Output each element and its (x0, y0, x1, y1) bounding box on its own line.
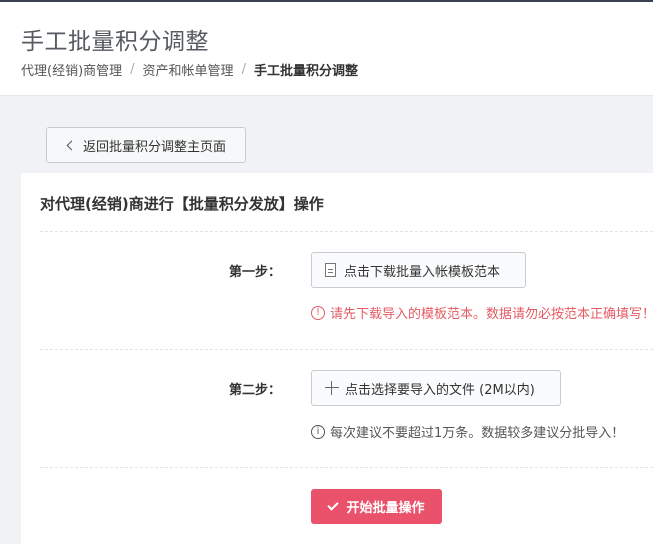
divider (40, 231, 653, 232)
step2-info-text: 每次建议不要超过1万条。数据较多建议分批导入！ (330, 426, 625, 441)
step1-warning: ! 请先下载导入的模板范本。数据请勿必按范本正确填写！ (311, 303, 653, 322)
step2-label: 第二步： (229, 383, 282, 398)
start-batch-label: 开始批量操作 (346, 501, 425, 516)
step2-info: i 每次建议不要超过1万条。数据较多建议分批导入！ (311, 422, 624, 441)
back-button-label: 返回批量积分调整主页面 (82, 139, 226, 155)
check-icon (327, 499, 340, 511)
breadcrumb-separator: / (241, 62, 246, 77)
document-icon (325, 263, 336, 277)
divider (40, 349, 653, 350)
step1-label: 第一步： (229, 265, 282, 280)
panel-title: 对代理(经销)商进行【批量积分发放】操作 (40, 195, 324, 213)
info-circle-icon: i (311, 424, 325, 439)
batch-operation-panel: 对代理(经销)商进行【批量积分发放】操作 第一步： 点击下载批量入帐模板范本 !… (21, 173, 653, 544)
alert-circle-icon: ! (311, 305, 325, 320)
chevron-left-icon (66, 140, 77, 150)
breadcrumb-item-agent-management[interactable]: 代理(经销)商管理 (21, 60, 122, 79)
download-template-label: 点击下载批量入帐模板范本 (344, 264, 501, 280)
breadcrumb: 代理(经销)商管理 / 资产和帐单管理 / 手工批量积分调整 (21, 60, 358, 79)
divider (40, 467, 653, 468)
breadcrumb-item-current: 手工批量积分调整 (253, 64, 358, 79)
select-file-button[interactable]: 点击选择要导入的文件 (2M以内) (311, 370, 561, 406)
step1-warning-text: 请先下载导入的模板范本。数据请勿必按范本正确填写！ (330, 307, 653, 322)
page-title: 手工批量积分调整 (21, 29, 209, 55)
start-batch-button[interactable]: 开始批量操作 (311, 489, 442, 524)
plus-icon (325, 381, 339, 395)
page-header: 手工批量积分调整 代理(经销)商管理 / 资产和帐单管理 / 手工批量积分调整 (0, 2, 653, 96)
breadcrumb-separator: / (130, 62, 135, 77)
breadcrumb-item-assets-billing[interactable]: 资产和帐单管理 (143, 60, 234, 79)
download-template-button[interactable]: 点击下载批量入帐模板范本 (311, 252, 526, 288)
select-file-label: 点击选择要导入的文件 (2M以内) (345, 382, 535, 398)
back-to-main-button[interactable]: 返回批量积分调整主页面 (46, 127, 246, 163)
